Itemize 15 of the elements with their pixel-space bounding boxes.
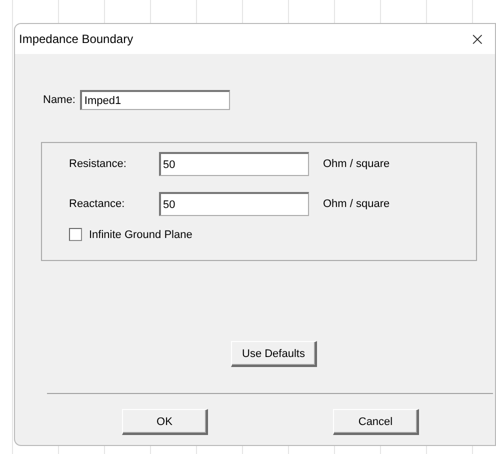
field-label: Resistance:: [69, 158, 128, 170]
close-button[interactable]: ×: [466, 28, 489, 50]
unit-label: Ohm / square: [323, 198, 390, 210]
name-label: Name:: [43, 94, 76, 106]
checkbox[interactable]: [69, 228, 82, 241]
name-field[interactable]: Imped1: [80, 90, 230, 110]
unit-label: Ohm / square: [323, 158, 390, 170]
use-defaults-button[interactable]: Use Defaults: [231, 341, 317, 367]
input-field[interactable]: 50: [159, 192, 309, 216]
ok-button[interactable]: OK: [122, 409, 208, 435]
checkbox-label: Infinite Ground Plane: [89, 228, 192, 240]
window-title: Impedance Boundary: [19, 32, 134, 46]
field-label: Reactance:: [69, 198, 126, 210]
input-field[interactable]: 50: [159, 152, 309, 176]
cancel-button[interactable]: Cancel: [333, 409, 419, 435]
